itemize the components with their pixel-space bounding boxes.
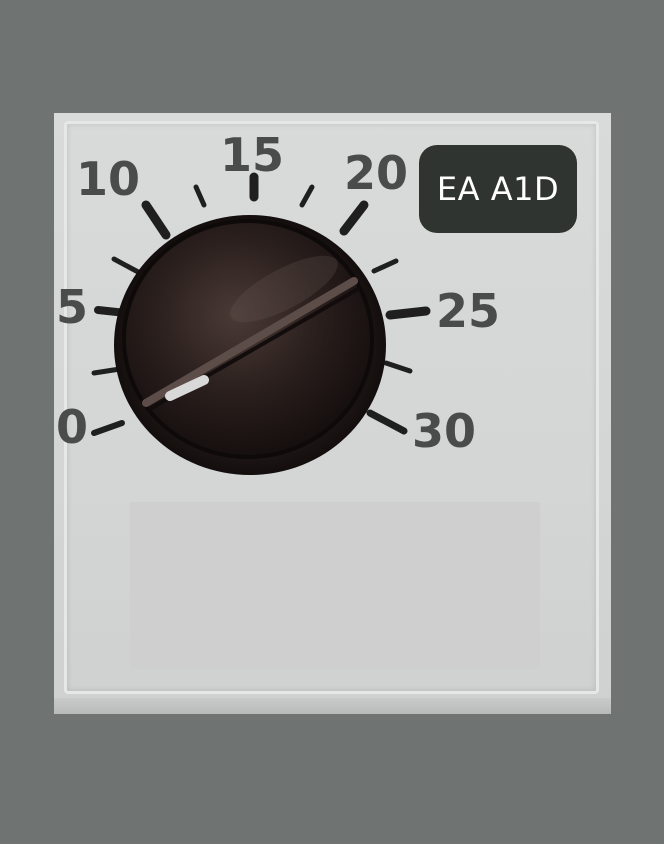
image-tag-badge: EA A1D <box>419 145 577 233</box>
scale-number-15: 15 <box>220 128 284 182</box>
scale-number-20: 20 <box>344 146 408 200</box>
scale-number-10: 10 <box>76 152 140 206</box>
blank-label-area <box>130 502 540 669</box>
timer-knob <box>114 215 386 475</box>
scale-number-5: 5 <box>56 280 88 334</box>
scale-number-25: 25 <box>436 284 500 338</box>
scale-number-0: 0 <box>56 400 88 454</box>
scale-number-30: 30 <box>412 404 476 458</box>
